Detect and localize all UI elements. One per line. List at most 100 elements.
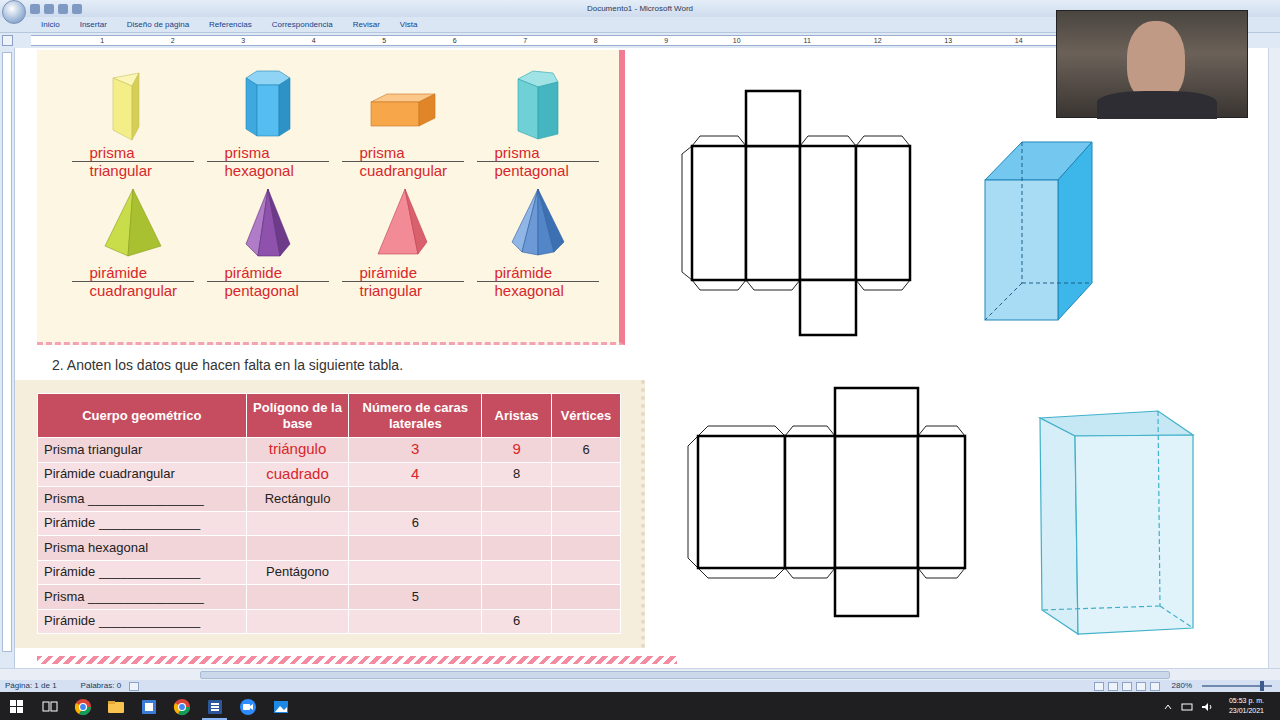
table-cell[interactable]: [552, 560, 621, 585]
cell-text: 4: [411, 465, 419, 482]
taskbar-app[interactable]: [132, 692, 165, 720]
table-body: Prisma triangulartriángulo396Pirámide cu…: [38, 438, 621, 634]
table-cell[interactable]: Pirámide ______________: [38, 511, 247, 536]
table-cell[interactable]: [246, 585, 349, 610]
table-cell[interactable]: [552, 511, 621, 536]
prism-net-icon: [680, 88, 920, 338]
shapes-panel: prismatriangularprismahexagonalprismacua…: [37, 50, 625, 345]
table-cell[interactable]: [349, 536, 482, 561]
table-cell[interactable]: Prisma triangular: [38, 438, 247, 463]
ribbon-tab[interactable]: Correspondencia: [271, 17, 334, 32]
table-cell[interactable]: Pentágono: [246, 560, 349, 585]
tab-selector[interactable]: [2, 35, 13, 46]
vertical-ruler-track: [2, 52, 12, 652]
table-cell[interactable]: Pirámide ______________: [38, 609, 247, 634]
table-cell[interactable]: triángulo: [246, 438, 349, 463]
table-cell[interactable]: [552, 609, 621, 634]
column-header: Polígono de la base: [246, 394, 349, 438]
table-cell[interactable]: 6: [552, 438, 621, 463]
table-cell[interactable]: 8: [482, 462, 552, 487]
view-button-icon[interactable]: [1122, 682, 1132, 691]
office-button-icon[interactable]: [2, 0, 26, 24]
ribbon-tab[interactable]: Referencias: [208, 17, 253, 32]
taskbar-app[interactable]: [198, 692, 231, 720]
chrome-icon-svg: [173, 698, 191, 716]
document-area: prismatriangularprismahexagonalprismacua…: [0, 48, 1280, 668]
quick-access-icon[interactable]: [72, 4, 82, 14]
start-button[interactable]: [0, 692, 33, 720]
table-cell[interactable]: [246, 609, 349, 634]
document-page[interactable]: prismatriangularprismahexagonalprismacua…: [15, 48, 1268, 668]
ribbon-tab[interactable]: Inicio: [40, 17, 61, 32]
table-cell[interactable]: [552, 462, 621, 487]
spelling-icon[interactable]: [129, 682, 139, 691]
table-cell[interactable]: 5: [349, 585, 482, 610]
table-cell[interactable]: [246, 511, 349, 536]
scroll-thumb[interactable]: [200, 671, 1170, 679]
shape-icon-svg: [363, 184, 443, 264]
table-cell[interactable]: cuadrado: [246, 462, 349, 487]
cell-text: Pirámide ______________: [44, 515, 200, 530]
table-cell[interactable]: [349, 609, 482, 634]
table-cell[interactable]: [482, 511, 552, 536]
table-cell[interactable]: [482, 536, 552, 561]
taskbar-app[interactable]: [165, 692, 198, 720]
table-cell[interactable]: [552, 536, 621, 561]
table-cell[interactable]: [349, 560, 482, 585]
prism-icon-svg: [1036, 406, 1201, 638]
table-cell[interactable]: 3: [349, 438, 482, 463]
taskview-icon-svg: [41, 698, 59, 716]
table-cell[interactable]: [482, 585, 552, 610]
shape-icon: [498, 64, 578, 144]
table-cell[interactable]: 4: [349, 462, 482, 487]
quick-access-icon[interactable]: [44, 4, 54, 14]
table-cell[interactable]: [482, 487, 552, 512]
taskbar-app[interactable]: [99, 692, 132, 720]
horizontal-scrollbar[interactable]: [0, 668, 1280, 680]
ribbon-tab[interactable]: Diseño de página: [126, 17, 190, 32]
zoom-slider[interactable]: [1202, 685, 1272, 687]
table-cell[interactable]: 9: [482, 438, 552, 463]
figures-row: [645, 88, 1268, 338]
table-row: Pirámide ______________Pentágono: [38, 560, 621, 585]
table-cell[interactable]: Rectángulo: [246, 487, 349, 512]
ribbon-tab[interactable]: Insertar: [79, 17, 108, 32]
table-row: Prisma triangulartriángulo396: [38, 438, 621, 463]
table-cell[interactable]: Pirámide ______________: [38, 560, 247, 585]
zoom-thumb[interactable]: [1260, 681, 1264, 691]
table-cell[interactable]: Prisma ________________: [38, 585, 247, 610]
chrome-icon: [173, 694, 191, 718]
view-button-icon[interactable]: [1136, 682, 1146, 691]
ribbon-tab[interactable]: Revisar: [352, 17, 381, 32]
table-cell[interactable]: [552, 487, 621, 512]
view-button-icon[interactable]: [1094, 682, 1104, 691]
cell-text: 8: [513, 466, 520, 481]
view-button-icon[interactable]: [1108, 682, 1118, 691]
taskbar-app[interactable]: [66, 692, 99, 720]
ruler-number: 3: [208, 33, 279, 48]
table-cell[interactable]: [349, 487, 482, 512]
task-view-button[interactable]: [33, 692, 66, 720]
quick-access-icon[interactable]: [30, 4, 40, 14]
clock[interactable]: 05:53 p. m.23/01/2021: [1221, 696, 1272, 716]
table-cell[interactable]: [482, 560, 552, 585]
editor-icon: [140, 694, 158, 718]
vertical-scrollbar[interactable]: [1268, 48, 1280, 668]
ruler-number: 11: [772, 33, 843, 48]
view-button-icon[interactable]: [1150, 682, 1160, 691]
shape-label: pirámide: [207, 264, 329, 282]
table-cell[interactable]: [246, 536, 349, 561]
taskbar-app[interactable]: [264, 692, 297, 720]
table-cell[interactable]: 6: [349, 511, 482, 536]
table-cell[interactable]: 6: [482, 609, 552, 634]
taskbar-app[interactable]: [231, 692, 264, 720]
ribbon-tab[interactable]: Vista: [399, 17, 419, 32]
table-cell[interactable]: Pirámide cuadrangular: [38, 462, 247, 487]
quick-access-icon[interactable]: [58, 4, 68, 14]
table-cell[interactable]: [552, 585, 621, 610]
table-cell[interactable]: Prisma hexagonal: [38, 536, 247, 561]
table-cell[interactable]: Prisma ________________: [38, 487, 247, 512]
ruler-number: 8: [561, 33, 632, 48]
shape-icon-svg: [228, 184, 308, 264]
taskview-icon: [41, 694, 59, 718]
